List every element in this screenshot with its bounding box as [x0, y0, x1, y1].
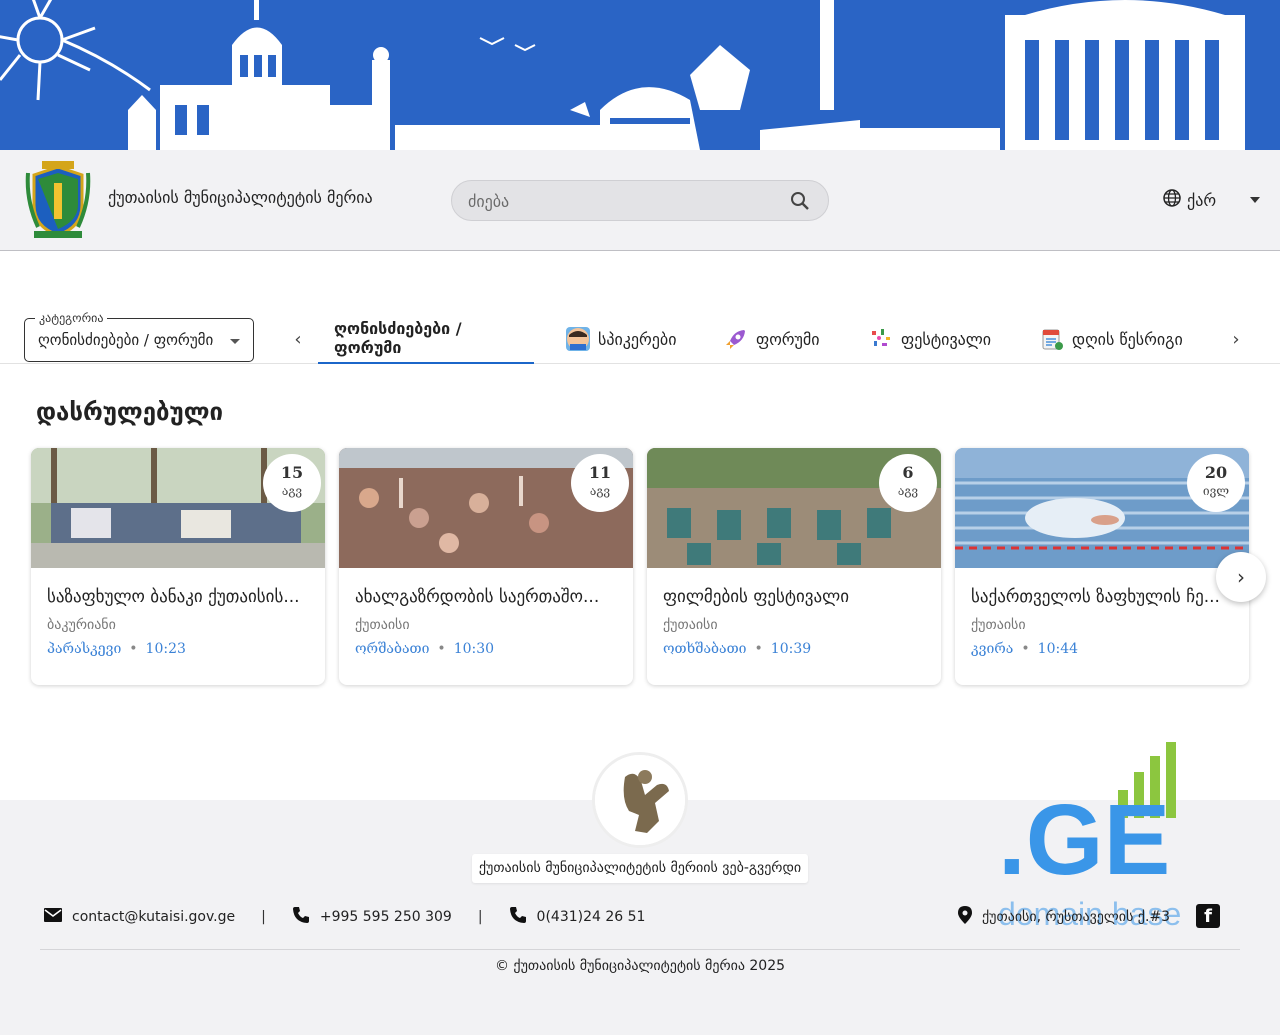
- event-month: აგვ: [589, 484, 611, 498]
- footer-address[interactable]: ქუთაისი, რუსთაველის ქ.#3: [958, 906, 1170, 928]
- globe-icon: [1163, 189, 1181, 211]
- chevron-down-icon: [230, 339, 240, 344]
- event-weekday: ორშაბათი: [355, 641, 430, 657]
- event-month: ივლ: [1202, 484, 1230, 498]
- event-date-badge: 15 აგვ: [263, 454, 321, 512]
- event-place: ბაკურიანი: [47, 617, 116, 633]
- category-select-value: ღონისძიებები / ფორუმი: [38, 331, 214, 349]
- rocket-icon: [724, 327, 748, 351]
- footer-phone-landline[interactable]: 0(431)24 26 51: [509, 906, 646, 928]
- event-place: ქუთაისი: [355, 617, 410, 633]
- event-day: 20: [1204, 463, 1228, 482]
- tab-festival[interactable]: ფესტივალი: [853, 314, 1007, 364]
- event-card[interactable]: 20 ივლ საქართველოს ზაფხულის ჩე... ქუთაის…: [955, 448, 1249, 685]
- site-header: ქუთაისის მუნიციპალიტეტის მერია ქარ: [0, 150, 1280, 251]
- separator: |: [477, 909, 483, 925]
- tab-speakers[interactable]: სპიკერები: [550, 314, 692, 364]
- tabs-next-button[interactable]: ›: [1226, 330, 1246, 350]
- tab-forum[interactable]: ფორუმი: [708, 314, 836, 364]
- tab-label: ფორუმი: [756, 329, 820, 349]
- event-hour: 10:30: [453, 641, 495, 657]
- category-select-label: კატეგორია: [35, 311, 108, 325]
- phone-icon: [509, 906, 527, 928]
- event-day: 15: [280, 463, 304, 482]
- section-title: დასრულებული: [36, 398, 224, 426]
- event-title[interactable]: ფილმების ფესტივალი: [663, 587, 929, 607]
- footer-contacts: contact@kutaisi.gov.ge | +995 595 250 30…: [44, 906, 645, 928]
- event-day: 6: [902, 463, 914, 482]
- event-month: აგვ: [281, 484, 303, 498]
- copyright: © ქუთაისის მუნიციპალიტეტის მერია 2025: [494, 958, 786, 974]
- search-icon[interactable]: [790, 191, 810, 211]
- event-time: ორშაბათი • 10:30: [355, 641, 495, 657]
- event-month: აგვ: [897, 484, 919, 498]
- footer-site-name: ქუთაისის მუნიციპალიტეტის მერიის ვებ-გვერ…: [472, 854, 808, 883]
- event-weekday: კვირა: [971, 641, 1014, 657]
- city-skyline-illustration: [0, 0, 1245, 150]
- email-text: contact@kutaisi.gov.ge: [72, 909, 236, 925]
- tabs-prev-button[interactable]: ‹: [288, 330, 308, 350]
- phone-text: +995 595 250 309: [319, 909, 452, 925]
- event-place: ქუთაისი: [971, 617, 1026, 633]
- carousel-next-button[interactable]: ›: [1216, 552, 1266, 602]
- speaker-avatar-icon: [566, 327, 590, 351]
- event-card[interactable]: 6 აგვ ფილმების ფესტივალი ქუთაისი ოთხშაბა…: [647, 448, 941, 685]
- search-bar: [451, 180, 829, 221]
- tab-events-forum[interactable]: ღონისძიებები / ფორუმი: [318, 314, 534, 364]
- chevron-down-icon: [1250, 197, 1261, 203]
- statue-emblem: [592, 752, 688, 848]
- tab-agenda[interactable]: დღის წესრიგი: [1024, 314, 1199, 364]
- event-weekday: ოთხშაბათი: [663, 641, 747, 657]
- event-time: ოთხშაბათი • 10:39: [663, 641, 812, 657]
- event-day: 11: [588, 463, 612, 482]
- event-weekday: პარასკევი: [47, 641, 122, 657]
- tab-label: ფესტივალი: [901, 329, 992, 349]
- mail-icon: [44, 908, 62, 926]
- event-card[interactable]: 11 აგვ ახალგაზრდობის საერთაშო... ქუთაისი…: [339, 448, 633, 685]
- location-pin-icon: [958, 906, 972, 928]
- event-time: კვირა • 10:44: [971, 641, 1079, 657]
- tab-label: სპიკერები: [598, 329, 677, 349]
- confetti-icon: [869, 327, 893, 351]
- phone-icon: [292, 906, 310, 928]
- event-hour: 10:23: [145, 641, 186, 657]
- footer-phone-mobile[interactable]: +995 595 250 309: [292, 906, 452, 928]
- event-card[interactable]: 15 აგვ საზაფხულო ბანაკი ქუთაისის... ბაკუ…: [31, 448, 325, 685]
- phone-text: 0(431)24 26 51: [536, 909, 646, 925]
- address-text: ქუთაისი, რუსთაველის ქ.#3: [982, 909, 1171, 925]
- event-date-badge: 11 აგვ: [571, 454, 629, 512]
- event-date-badge: 6 აგვ: [879, 454, 937, 512]
- category-select[interactable]: კატეგორია ღონისძიებები / ფორუმი: [24, 311, 254, 362]
- site-title[interactable]: ქუთაისის მუნიციპალიტეტის მერია: [108, 188, 373, 207]
- language-selector[interactable]: ქარ: [1163, 188, 1261, 212]
- event-title[interactable]: საქართველოს ზაფხულის ჩე...: [971, 587, 1237, 607]
- tab-label: დღის წესრიგი: [1072, 329, 1183, 349]
- footer-email[interactable]: contact@kutaisi.gov.ge: [44, 908, 235, 926]
- event-title[interactable]: ახალგაზრდობის საერთაშო...: [355, 587, 621, 607]
- search-input[interactable]: [468, 190, 778, 212]
- facebook-icon[interactable]: f: [1196, 904, 1220, 928]
- event-hour: 10:44: [1037, 641, 1079, 657]
- category-bar: კატეგორია ღონისძიებები / ფორუმი ‹ ღონისძ…: [0, 300, 1280, 364]
- event-date-badge: 20 ივლ: [1187, 454, 1245, 512]
- event-time: პარასკევი • 10:23: [47, 641, 186, 657]
- separator: |: [261, 909, 266, 925]
- language-label: ქარ: [1187, 190, 1217, 210]
- event-place: ქუთაისი: [663, 617, 718, 633]
- event-title[interactable]: საზაფხულო ბანაკი ქუთაისის...: [47, 587, 313, 607]
- footer-divider: [40, 949, 1240, 950]
- coat-of-arms-logo[interactable]: [24, 161, 92, 239]
- header-banner: [0, 0, 1280, 150]
- event-hour: 10:39: [770, 641, 812, 657]
- tab-label: ღონისძიებები / ფორუმი: [334, 319, 462, 357]
- agenda-icon: [1040, 327, 1064, 351]
